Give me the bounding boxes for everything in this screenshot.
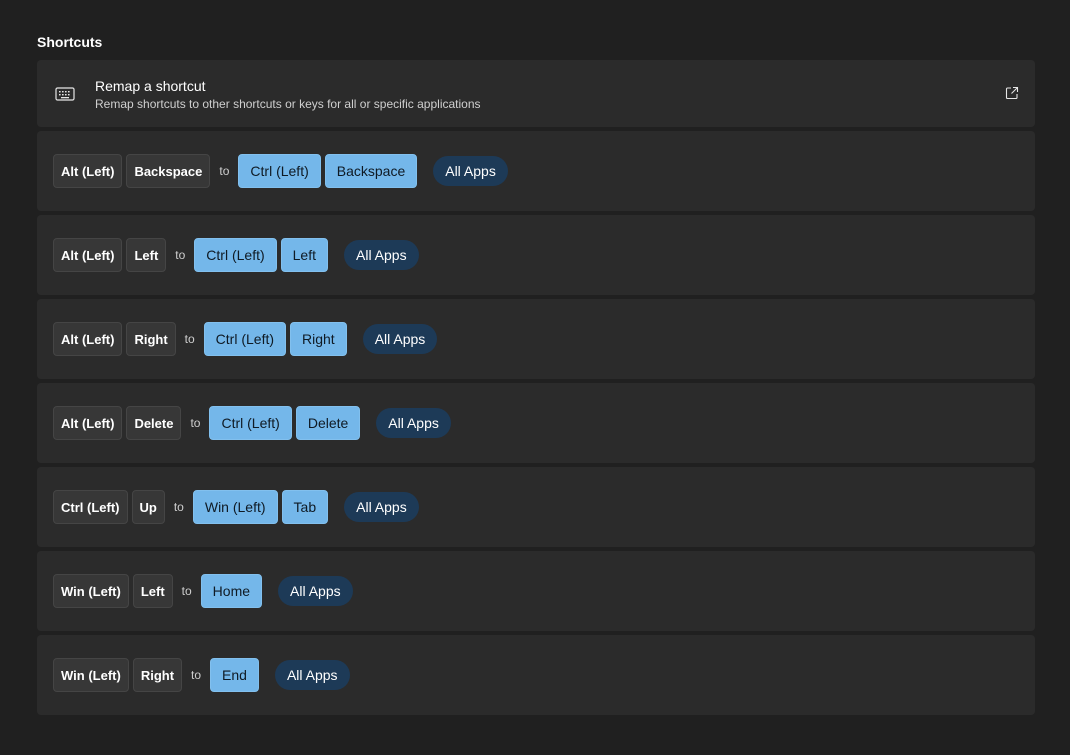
shortcut-list: Alt (Left) Backspace to Ctrl (Left) Backspac… — [37, 131, 1035, 719]
apps-badge: All Apps — [376, 408, 451, 438]
shortcut-row[interactable]: Win (Left) Right to End All Apps — [37, 635, 1035, 715]
target-key: Ctrl (Left) — [209, 406, 292, 440]
shortcut-row[interactable]: Alt (Left) Right to Ctrl (Left) Right All App… — [37, 299, 1035, 379]
target-keys: End — [210, 658, 263, 692]
remap-shortcut-card[interactable]: Remap a shortcut Remap shortcuts to othe… — [37, 60, 1035, 127]
source-keys: Win (Left) Right — [53, 658, 186, 692]
target-key: End — [210, 658, 259, 692]
target-key: Tab — [281, 490, 329, 524]
source-keys: Alt (Left) Right — [53, 322, 180, 356]
remap-shortcut-title: Remap a shortcut — [95, 78, 206, 94]
to-label: to — [190, 416, 201, 430]
to-label: to — [184, 332, 195, 346]
to-label: to — [181, 584, 192, 598]
source-keys: Alt (Left) Backspace — [53, 154, 214, 188]
target-key: Home — [200, 574, 263, 608]
source-key: Alt (Left) — [53, 238, 123, 272]
apps-badge: All Apps — [344, 492, 419, 522]
target-keys: Ctrl (Left) Delete — [209, 406, 364, 440]
shortcut-row[interactable]: Win (Left) Left to Home All Apps — [37, 551, 1035, 631]
source-key: Left — [132, 574, 173, 608]
target-key: Ctrl (Left) — [238, 154, 321, 188]
section-title: Shortcuts — [37, 34, 103, 50]
target-key: Right — [290, 322, 347, 356]
source-key: Backspace — [126, 154, 211, 188]
target-key: Delete — [295, 406, 361, 440]
source-key: Right — [126, 322, 176, 356]
target-keys: Win (Left) Tab — [192, 490, 332, 524]
shortcuts-page: Shortcuts Remap a shortcut Remap shortcu… — [0, 0, 1070, 755]
source-key: Alt (Left) — [53, 154, 123, 188]
apps-badge: All Apps — [278, 576, 353, 606]
shortcut-row[interactable]: Alt (Left) Left to Ctrl (Left) Left All Apps — [37, 215, 1035, 295]
source-key: Ctrl (Left) — [53, 490, 128, 524]
target-keys: Home — [200, 574, 266, 608]
shortcut-row[interactable]: Alt (Left) Backspace to Ctrl (Left) Backspac… — [37, 131, 1035, 211]
target-keys: Ctrl (Left) Right — [203, 322, 351, 356]
to-label: to — [173, 500, 184, 514]
source-key: Up — [131, 490, 165, 524]
source-key: Right — [132, 658, 183, 692]
target-key: Ctrl (Left) — [194, 238, 277, 272]
target-keys: Ctrl (Left) Backspace — [238, 154, 421, 188]
target-key: Left — [280, 238, 328, 272]
source-key: Delete — [126, 406, 182, 440]
open-external-icon[interactable] — [1005, 86, 1019, 100]
source-keys: Win (Left) Left — [53, 574, 177, 608]
source-key: Left — [126, 238, 167, 272]
shortcut-row[interactable]: Ctrl (Left) Up to Win (Left) Tab All Apps — [37, 467, 1035, 547]
to-label: to — [191, 668, 202, 682]
source-key: Alt (Left) — [53, 406, 123, 440]
source-keys: Alt (Left) Left — [53, 238, 170, 272]
source-key: Win (Left) — [53, 658, 129, 692]
keyboard-icon — [55, 87, 75, 101]
apps-badge: All Apps — [362, 324, 438, 354]
apps-badge: All Apps — [433, 156, 508, 186]
remap-shortcut-description: Remap shortcuts to other shortcuts or ke… — [95, 97, 481, 111]
source-key: Alt (Left) — [53, 322, 123, 356]
to-label: to — [175, 248, 186, 262]
target-keys: Ctrl (Left) Left — [194, 238, 332, 272]
apps-badge: All Apps — [274, 660, 350, 690]
apps-badge: All Apps — [344, 240, 419, 270]
target-key: Ctrl (Left) — [203, 322, 287, 356]
target-key: Backspace — [324, 154, 418, 188]
target-key: Win (Left) — [192, 490, 278, 524]
shortcut-row[interactable]: Alt (Left) Delete to Ctrl (Left) Delete All A… — [37, 383, 1035, 463]
source-keys: Ctrl (Left) Up — [53, 490, 169, 524]
to-label: to — [219, 164, 230, 178]
source-keys: Alt (Left) Delete — [53, 406, 185, 440]
source-key: Win (Left) — [53, 574, 129, 608]
